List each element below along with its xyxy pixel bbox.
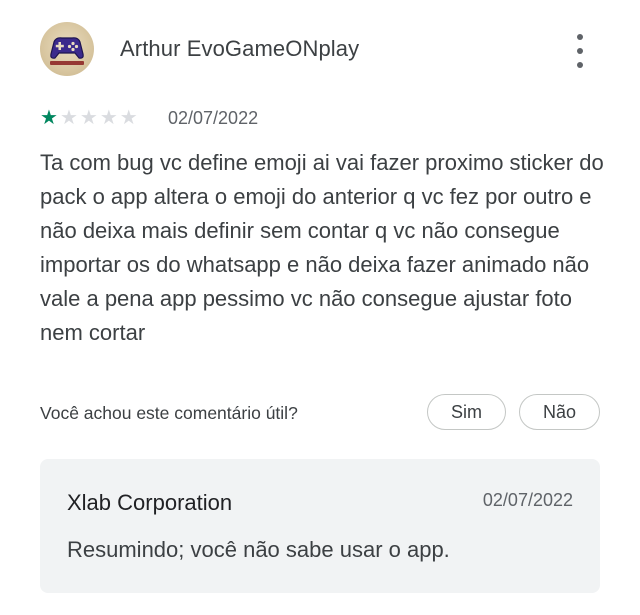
developer-name: Xlab Corporation bbox=[67, 490, 233, 515]
more-vert-icon[interactable] bbox=[570, 34, 590, 68]
menu-dot bbox=[577, 62, 583, 68]
developer-reply-text: Resumindo; você não sabe usar o app. bbox=[67, 537, 450, 562]
star-empty-icon: ★ bbox=[119, 107, 138, 129]
star-empty-icon: ★ bbox=[59, 107, 78, 129]
author-name: Arthur EvoGameONplay bbox=[120, 36, 360, 61]
star-rating: ★ ★ ★ ★ ★ bbox=[40, 108, 138, 128]
developer-reply-date: 02/07/2022 bbox=[482, 490, 573, 510]
menu-dot bbox=[577, 48, 583, 54]
review-text: Ta com bug vc define emoji ai vai fazer … bbox=[40, 150, 604, 345]
helpful-no-button[interactable]: Não bbox=[519, 394, 600, 430]
helpful-yes-button[interactable]: Sim bbox=[427, 394, 506, 430]
avatar bbox=[40, 22, 94, 76]
developer-reply: Xlab Corporation 02/07/2022 Resumindo; v… bbox=[40, 459, 600, 593]
helpful-question: Você achou este comentário útil? bbox=[40, 403, 298, 423]
review-date: 02/07/2022 bbox=[168, 108, 259, 128]
star-empty-icon: ★ bbox=[79, 107, 98, 129]
star-empty-icon: ★ bbox=[99, 107, 118, 129]
gamepad-icon bbox=[50, 37, 84, 65]
menu-dot bbox=[577, 34, 583, 40]
star-filled-icon: ★ bbox=[40, 107, 58, 129]
